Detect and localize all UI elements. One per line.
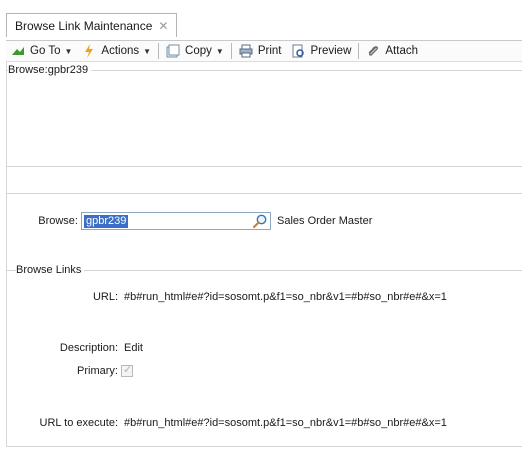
url-label: URL: [92,291,118,303]
tab-browse-link-maintenance[interactable]: Browse Link Maintenance ✕ [6,13,178,37]
browse-input-value: gpbr239 [84,215,129,228]
tab-bar: Browse Link Maintenance ✕ [0,0,522,40]
description-label: Description: [59,342,118,354]
top-section-bottom [6,166,522,167]
goto-icon [11,44,25,58]
toolbar-separator [158,43,160,59]
attach-icon [366,44,380,58]
actions-button[interactable]: Actions ▼ [77,41,156,61]
close-icon[interactable]: ✕ [158,19,168,33]
toolbar-separator [358,43,360,59]
copy-label: Copy [185,45,212,57]
panel-bottom-border [6,446,522,447]
preview-button[interactable]: Preview [286,41,356,61]
url-execute-label: URL to execute: [39,417,118,429]
attach-button[interactable]: Attach [361,41,423,61]
copy-button[interactable]: Copy ▼ [161,41,229,61]
preview-label: Preview [310,45,352,57]
chevron-down-icon: ▼ [143,46,152,56]
print-button[interactable]: Print [234,41,287,61]
primary-label: Primary: [77,365,118,377]
chevron-down-icon: ▼ [64,46,73,56]
url-execute-value: #b#run_html#e#?id=sosomt.p&f1=so_nbr&v1=… [124,417,447,429]
browse-description: Sales Order Master [277,215,373,227]
top-section-legend: Browse:gpbr239 [8,64,92,76]
copy-icon [166,44,180,58]
print-label: Print [257,45,282,57]
actions-label: Actions [101,45,140,57]
description-value: Edit [124,342,143,354]
tab-title: Browse Link Maintenance [15,18,153,33]
search-icon[interactable] [252,213,268,229]
actions-icon [82,44,96,58]
browse-input[interactable]: gpbr239 [81,212,271,230]
section-divider [6,193,522,194]
browse-label: Browse: [38,215,78,227]
primary-checkbox[interactable]: ✓ [121,364,133,377]
toolbar: Go To ▼ Actions ▼ Copy ▼ Print Preview A… [6,40,522,62]
print-icon [239,44,253,58]
panel-left-border [6,62,7,447]
toolbar-separator [230,43,232,59]
goto-button[interactable]: Go To ▼ [6,41,77,61]
browse-links-legend: Browse Links [16,264,85,276]
goto-label: Go To [30,45,61,57]
preview-icon [291,44,305,58]
check-icon: ✓ [123,364,133,376]
attach-label: Attach [385,45,418,57]
chevron-down-icon: ▼ [215,46,224,56]
url-value: #b#run_html#e#?id=sosomt.p&f1=so_nbr&v1=… [124,291,447,303]
